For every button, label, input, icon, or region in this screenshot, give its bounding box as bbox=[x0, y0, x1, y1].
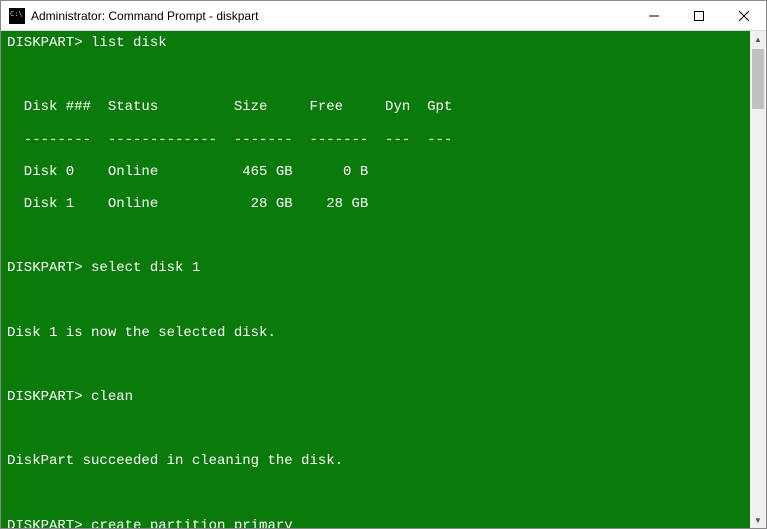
cmd-select-disk: select disk 1 bbox=[91, 260, 200, 276]
window-controls bbox=[631, 1, 766, 30]
prompt: DISKPART> bbox=[7, 35, 83, 51]
scrollbar[interactable]: ▲ ▼ bbox=[750, 31, 766, 528]
console-output[interactable]: DISKPART> list disk Disk ### Status Size… bbox=[1, 31, 750, 528]
maximize-button[interactable] bbox=[676, 1, 721, 30]
table-row: Disk 1 Online 28 GB 28 GB bbox=[7, 196, 744, 212]
titlebar: Administrator: Command Prompt - diskpart bbox=[1, 1, 766, 31]
scroll-down-icon[interactable]: ▼ bbox=[750, 512, 766, 528]
prompt: DISKPART> bbox=[7, 389, 83, 405]
prompt: DISKPART> bbox=[7, 518, 83, 528]
cmd-list-disk: list disk bbox=[91, 35, 167, 51]
cmd-icon bbox=[9, 8, 25, 24]
window-title: Administrator: Command Prompt - diskpart bbox=[31, 9, 631, 23]
scroll-up-icon[interactable]: ▲ bbox=[750, 31, 766, 47]
disk-header: Disk ### Status Size Free Dyn Gpt bbox=[7, 99, 744, 115]
scroll-thumb[interactable] bbox=[752, 49, 764, 109]
disk-divider: -------- ------------- ------- ------- -… bbox=[7, 132, 744, 148]
minimize-button[interactable] bbox=[631, 1, 676, 30]
cmd-create-partition: create partition primary bbox=[91, 518, 293, 528]
close-button[interactable] bbox=[721, 1, 766, 30]
table-row: Disk 0 Online 465 GB 0 B bbox=[7, 164, 744, 180]
prompt: DISKPART> bbox=[7, 260, 83, 276]
msg-clean: DiskPart succeeded in cleaning the disk. bbox=[7, 453, 744, 469]
msg-selected-disk: Disk 1 is now the selected disk. bbox=[7, 325, 744, 341]
console-wrapper: DISKPART> list disk Disk ### Status Size… bbox=[1, 31, 766, 528]
cmd-clean: clean bbox=[91, 389, 133, 405]
